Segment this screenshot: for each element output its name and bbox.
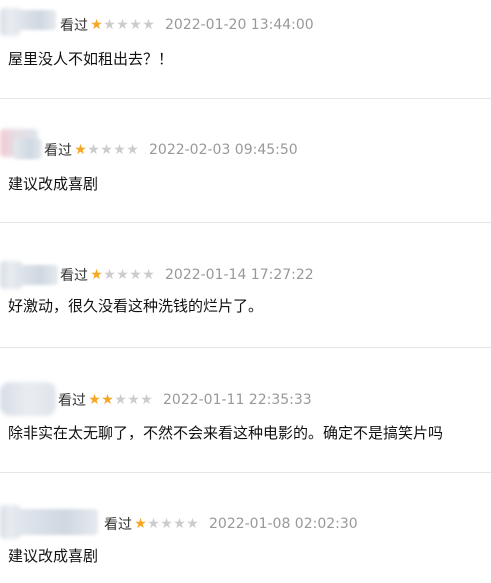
comment-text: 屋里没人不如租出去？！ <box>8 50 174 68</box>
star-icon: ★ <box>147 516 160 532</box>
star-icon: ★ <box>90 17 103 33</box>
avatar[interactable] <box>0 382 56 416</box>
comment-item: 看过 ★ ★ ★ ★ ★ 2022-01-08 02:02:30 建议改成喜剧 <box>0 473 491 583</box>
star-icon: ★ <box>103 267 116 283</box>
star-icon: ★ <box>113 142 126 158</box>
rating-stars: ★ ★ ★ ★ ★ <box>88 393 153 407</box>
star-icon: ★ <box>142 267 155 283</box>
star-icon: ★ <box>103 17 116 33</box>
star-icon: ★ <box>87 142 100 158</box>
comment-timestamp: 2022-01-08 02:02:30 <box>209 516 358 532</box>
rating-stars: ★ ★ ★ ★ ★ <box>134 517 199 531</box>
rating-stars: ★ ★ ★ ★ ★ <box>90 18 155 32</box>
username[interactable] <box>14 139 42 159</box>
rating-stars: ★ ★ ★ ★ ★ <box>90 268 155 282</box>
username[interactable] <box>14 509 98 535</box>
rating-stars: ★ ★ ★ ★ ★ <box>74 143 139 157</box>
comment-meta: 看过 ★ ★ ★ ★ ★ 2022-01-08 02:02:30 <box>104 513 358 535</box>
star-icon: ★ <box>129 267 142 283</box>
comment-item: 看过 ★ ★ ★ ★ ★ 2022-02-03 09:45:50 建议改成喜剧 <box>0 99 491 222</box>
username[interactable] <box>16 10 56 30</box>
seen-label: 看过 <box>104 517 132 533</box>
seen-label: 看过 <box>60 268 88 284</box>
comment-timestamp: 2022-01-14 17:27:22 <box>165 267 314 283</box>
star-icon: ★ <box>101 392 114 408</box>
star-icon: ★ <box>129 17 142 33</box>
star-icon: ★ <box>90 267 103 283</box>
comment-text: 好激动，很久没看这种洗钱的烂片了。 <box>8 297 264 315</box>
star-icon: ★ <box>114 392 127 408</box>
comment-item: 看过 ★ ★ ★ ★ ★ 2022-01-11 22:35:33 除非实在太无聊了，不然… <box>0 348 491 472</box>
comment-text: 除非实在太无聊了，不然不会来看这种电影的。确定不是搞笑片吗 <box>8 424 444 442</box>
star-icon: ★ <box>116 267 129 283</box>
star-icon: ★ <box>160 516 173 532</box>
comment-meta: 看过 ★ ★ ★ ★ ★ 2022-01-20 13:44:00 <box>60 14 314 36</box>
comment-meta: 看过 ★ ★ ★ ★ ★ 2022-01-11 22:35:33 <box>58 389 312 411</box>
star-icon: ★ <box>126 142 139 158</box>
comment-meta: 看过 ★ ★ ★ ★ ★ 2022-02-03 09:45:50 <box>44 139 298 161</box>
comment-timestamp: 2022-01-20 13:44:00 <box>165 17 314 33</box>
star-icon: ★ <box>116 17 129 33</box>
comment-list: 看过 ★ ★ ★ ★ ★ 2022-01-20 13:44:00 屋里没人不如租出去？！… <box>0 0 491 583</box>
seen-label: 看过 <box>60 18 88 34</box>
comment-item: 看过 ★ ★ ★ ★ ★ 2022-01-20 13:44:00 屋里没人不如租出去？！ <box>0 0 491 98</box>
star-icon: ★ <box>142 17 155 33</box>
comment-text: 建议改成喜剧 <box>8 547 99 565</box>
star-icon: ★ <box>173 516 186 532</box>
star-icon: ★ <box>186 516 199 532</box>
comment-text: 建议改成喜剧 <box>8 175 99 193</box>
star-icon: ★ <box>134 516 147 532</box>
comment-item: 看过 ★ ★ ★ ★ ★ 2022-01-14 17:27:22 好激动，很久没看这种洗… <box>0 223 491 347</box>
username[interactable] <box>14 265 58 285</box>
comment-meta: 看过 ★ ★ ★ ★ ★ 2022-01-14 17:27:22 <box>60 264 314 286</box>
star-icon: ★ <box>88 392 101 408</box>
star-icon: ★ <box>100 142 113 158</box>
seen-label: 看过 <box>58 393 86 409</box>
star-icon: ★ <box>74 142 87 158</box>
comment-timestamp: 2022-02-03 09:45:50 <box>149 142 298 158</box>
seen-label: 看过 <box>44 143 72 159</box>
comment-timestamp: 2022-01-11 22:35:33 <box>163 392 312 408</box>
star-icon: ★ <box>127 392 140 408</box>
star-icon: ★ <box>140 392 153 408</box>
